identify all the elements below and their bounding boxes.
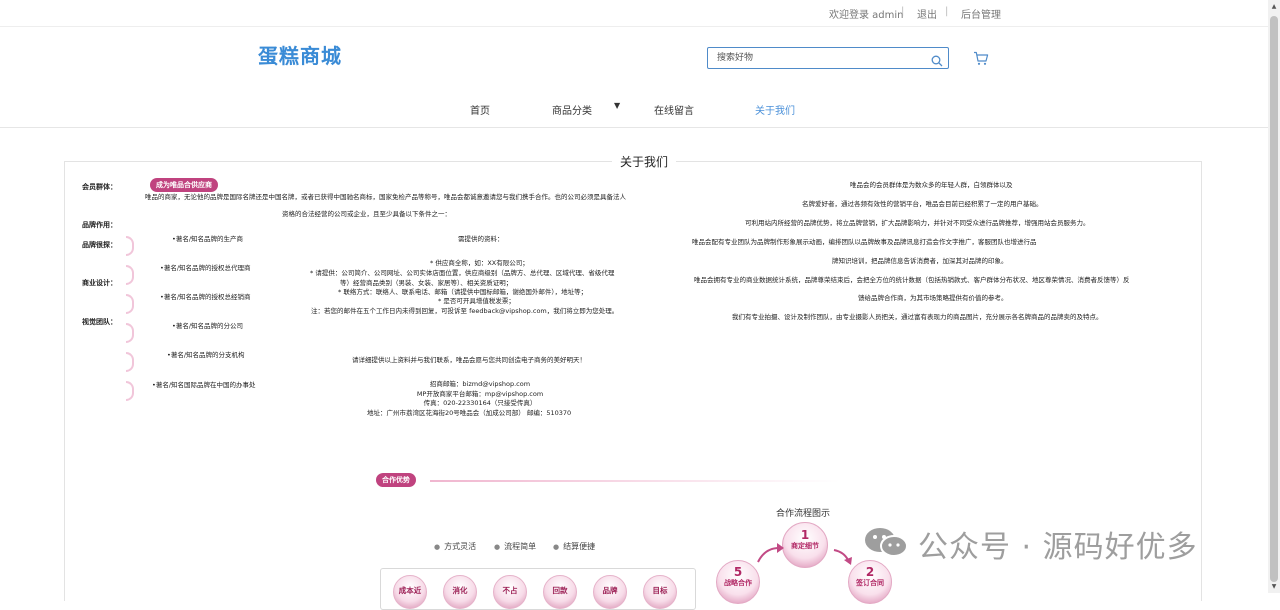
material-item: * 供应商全称，如：XX有限公司；	[430, 259, 529, 267]
material-item: * 请提供：公司简介、公司网址、公司实体店面位置，供应商级别（品牌方、总代理、区…	[310, 269, 615, 277]
flow-arrow-icon	[833, 549, 852, 565]
condition-item: •著名/知名国际品牌在中国的办事处	[152, 381, 256, 389]
intro-line-1: 唯品的商家，无论他的品牌是国际名牌还是中国名牌，或者已获得中国驰名商标，国家免检…	[145, 193, 626, 201]
contact-line: 招商邮箱：bizmd@vipshop.com	[429, 380, 531, 388]
advantage-circle: 成本近	[393, 575, 427, 609]
benefit-item: 方式灵活	[434, 541, 476, 552]
search-input[interactable]	[708, 48, 937, 68]
advantage-circle: 不占	[493, 575, 527, 609]
right-paragraph: 我们有专业拍摄、设计及制作团队，由专业摄影人员把关，通过富有表现力的商品图片，充…	[732, 313, 1103, 321]
material-item: 等）经营商品类别（男装、女装、家居等）、相关资质证明；	[340, 279, 513, 287]
benefit-item: 结算便捷	[553, 541, 595, 552]
contact-line: 传真：020-22330164（只接受传真）	[423, 399, 537, 407]
flow-title: 合作流程图示	[776, 509, 831, 519]
cta-text: 请详细提供以上资料并与我们联系，唯品会愿与您共同创造电子商务的美好明天！	[352, 356, 586, 364]
pill-underline	[430, 480, 840, 482]
materials-title: 需提供的资料：	[458, 235, 504, 243]
advantage-circle: 回款	[543, 575, 577, 609]
contact-line: MP开放商家平台邮箱：mp@vipshop.com	[416, 390, 544, 398]
label-members: 会员群体：	[82, 183, 117, 191]
nav-categories[interactable]: 商品分类	[552, 102, 592, 117]
admin-link[interactable]: 后台管理	[961, 6, 1001, 21]
page-title: 关于我们	[612, 153, 677, 170]
separator: |	[945, 6, 949, 17]
cart-icon[interactable]	[973, 51, 989, 66]
caret-down-icon[interactable]: ▼	[614, 101, 620, 110]
nav-home[interactable]: 首页	[470, 102, 490, 117]
condition-item: •著名/知名品牌的分支机构	[167, 351, 245, 359]
nav-divider	[0, 127, 1268, 128]
welcome-text: 欢迎登录 admin	[829, 10, 904, 21]
advantage-circle: 目标	[643, 575, 677, 609]
material-note: 注：若您的邮件在五个工作日内未得到回复，可投诉至 feedback@vipsho…	[311, 307, 619, 315]
nav-about[interactable]: 关于我们	[755, 102, 795, 117]
material-item: * 是否可开具增值税发票；	[438, 297, 515, 305]
right-paragraph: 名牌爱好者，通过各频有效性的营销平台，唯品会目前已经积累了一定的用户基础。	[802, 200, 1043, 208]
scroll-down-icon[interactable]: ▼	[1270, 582, 1278, 592]
scroll-up-icon[interactable]: ▲	[1270, 2, 1278, 12]
label-business-design: 商业设计：	[82, 279, 117, 287]
search-icon[interactable]	[931, 52, 943, 67]
label-visual-team: 视觉团队：	[82, 318, 117, 326]
advantage-circle: 消化	[443, 575, 477, 609]
scrollbar-thumb[interactable]	[1270, 16, 1278, 582]
intro-line-2: 资格的合法经营的公司或企业，且至少具备以下条件之一：	[282, 210, 451, 218]
condition-item: •著名/知名品牌的授权总经销商	[160, 293, 251, 301]
condition-item: •著名/知名品牌的授权总代理商	[160, 264, 251, 272]
nav-message[interactable]: 在线留言	[654, 102, 694, 117]
flow-step-1: 1 商定细节	[782, 522, 828, 568]
site-logo[interactable]: 蛋糕商城	[258, 40, 342, 69]
material-item: * 联络方式：联络人、联系电话、邮箱（请提供中国标邮箱，谢绝国外邮件），地址等；	[338, 288, 588, 296]
supplier-pill: 成为唯品合供应商	[150, 178, 218, 192]
right-paragraph: 唯品会的会员群体是为数众多的年轻人群，白领群体以及	[850, 181, 1013, 189]
step-number: 5	[733, 565, 743, 579]
search-box	[707, 47, 949, 69]
flow-arrow-icon	[757, 543, 784, 563]
flow-step-5: 5 战略合作	[716, 560, 760, 604]
step-label: 签订合同	[856, 579, 884, 587]
condition-item: •著名/知名品牌的分公司	[172, 322, 244, 330]
contact-line: 地址：广州市荔湾区花海街20号唯品会（加成公司部） 邮编：510370	[367, 409, 572, 417]
benefit-item: 流程简单	[494, 541, 536, 552]
right-paragraph: 牌知识培训，把品牌信息告诉消费者，加深其对品牌的印象。	[832, 257, 1008, 265]
top-bar: 欢迎登录 admin | 退出 | 后台管理	[0, 0, 1268, 27]
step-number: 1	[800, 528, 810, 542]
right-paragraph: 馈给品牌合作商，为其市场策略提供有价值的参考。	[858, 294, 1008, 302]
watermark-text: 公众号 · 源码好优多	[918, 530, 1198, 565]
step-label: 商定细节	[791, 542, 819, 550]
logout-link[interactable]: 退出	[917, 6, 937, 21]
condition-item: •著名/知名品牌的生产商	[172, 235, 244, 243]
right-paragraph: 唯品会拥有专业的商业数据统计系统，品牌尊荣结束后，会把全方位的统计数据（包括热销…	[694, 276, 1130, 284]
step-label: 战略合作	[724, 579, 752, 587]
advantage-circle: 品牌	[593, 575, 627, 609]
partner-pill: 合作优势	[376, 473, 416, 487]
label-brand-promo: 品牌很探：	[82, 241, 117, 249]
wechat-icon	[862, 524, 910, 560]
right-paragraph: 可利用站内所经营的品牌优势，将立品牌营销，扩大品牌影响力，并针对不同受众进行品牌…	[745, 219, 1090, 227]
right-paragraph: 唯品会配有专业团队为品牌制作形象展示动画，编排团队以品牌故事及品牌讯息打造会作文…	[692, 238, 1037, 246]
separator: |	[901, 6, 905, 17]
label-brand-role: 品牌作用：	[82, 221, 117, 229]
